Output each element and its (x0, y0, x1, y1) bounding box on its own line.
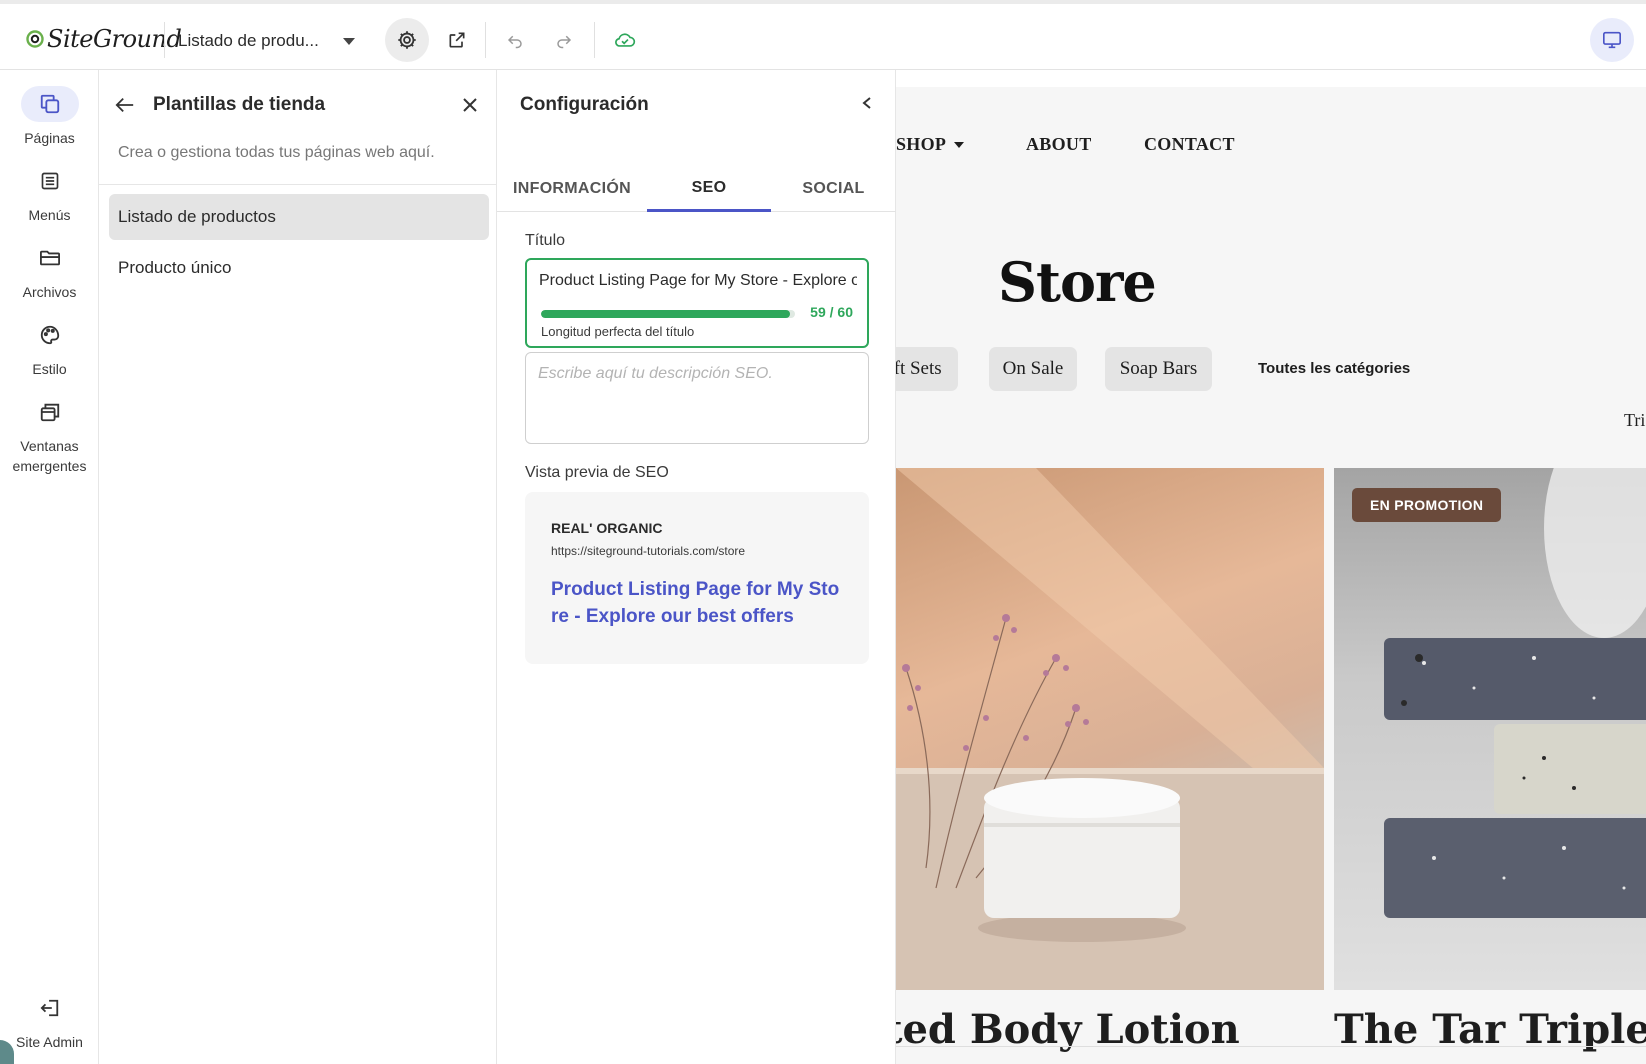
popup-icon-holder (21, 394, 79, 430)
caret-down-icon (954, 141, 965, 148)
canvas-top-strip (896, 70, 1646, 87)
nav-item-contact[interactable]: CONTACT (1144, 134, 1235, 155)
product-card-image[interactable] (896, 468, 1324, 990)
category-chip-soap-bars[interactable]: Soap Bars (1105, 347, 1212, 391)
seo-preview-title: Product Listing Page for My Store - Expl… (551, 579, 840, 627)
exit-to-admin-icon (40, 999, 58, 1017)
product-card-image[interactable]: EN PROMOTION (1334, 468, 1646, 990)
sort-dropdown[interactable]: Tri (1624, 410, 1645, 431)
logo-text: SiteGround (47, 25, 182, 53)
siteground-logo[interactable]: SiteGround (26, 24, 182, 54)
config-tabs: INFORMACIÓN SEO SOCIAL (497, 166, 896, 212)
lotion-jar-illustration (896, 468, 1324, 990)
title-length-message: Longitud perfecta del título (541, 324, 695, 339)
template-item-label: Producto único (118, 258, 232, 277)
title-length-bar-fill (541, 310, 790, 318)
template-item-label: Listado de productos (118, 207, 276, 226)
cloud-saved-icon (615, 33, 636, 47)
back-arrow-icon[interactable] (115, 96, 135, 114)
rail-item-label: Estilo (32, 361, 67, 377)
close-icon[interactable] (462, 97, 478, 113)
seo-title-field: 59 / 60 Longitud perfecta del título (525, 258, 869, 348)
template-item-single-product[interactable]: Producto único (109, 245, 489, 291)
divider (896, 1046, 1646, 1047)
save-status-button[interactable] (603, 18, 647, 62)
settings-button[interactable] (385, 18, 429, 62)
undo-button[interactable] (493, 18, 537, 62)
site-admin-icon-holder (21, 990, 79, 1026)
divider (594, 22, 595, 58)
soap-stack-illustration (1384, 468, 1646, 918)
menu-list-icon (41, 172, 58, 190)
rail-item-style[interactable]: Estilo (0, 317, 99, 379)
tab-social[interactable]: SOCIAL (771, 166, 896, 212)
templates-panel-header: Plantillas de tienda (99, 70, 497, 136)
desktop-view-icon (1603, 31, 1621, 49)
divider (485, 22, 486, 58)
left-navigation-rail: Páginas Menús Archivos Estilo Ventanas e… (0, 70, 99, 1064)
redo-icon (557, 35, 572, 49)
nav-item-shop[interactable]: SHOP (896, 134, 965, 155)
all-categories-link[interactable]: Toutes les catégories (1258, 360, 1410, 377)
undo-icon (507, 35, 522, 49)
rail-item-label: Ventanas emergentes (12, 438, 87, 474)
rail-item-pages[interactable]: Páginas (0, 86, 99, 148)
site-admin-label: Site Admin (16, 1034, 83, 1050)
rail-item-label: Páginas (24, 130, 75, 146)
siteground-swirl-icon (26, 30, 44, 48)
tab-information[interactable]: INFORMACIÓN (497, 166, 647, 212)
divider (99, 184, 497, 185)
category-chip-on-sale[interactable]: On Sale (989, 347, 1077, 391)
chevron-left-icon[interactable] (861, 96, 873, 110)
category-chip-gift-sets[interactable]: ift Sets (896, 347, 958, 391)
pages-icon (40, 94, 59, 114)
chevron-down-icon (342, 37, 355, 45)
rail-item-label: Archivos (22, 284, 77, 300)
desktop-view-button[interactable] (1590, 18, 1634, 62)
configuration-panel: Configuración INFORMACIÓN SEO SOCIAL Tít… (497, 70, 896, 1064)
seo-title-input[interactable] (539, 272, 857, 290)
settings-icon (398, 31, 416, 49)
seo-title-label: Título (525, 232, 566, 249)
site-preview-canvas: SHOP ABOUT CONTACT Store ift Sets On Sal… (896, 70, 1646, 1064)
templates-panel-title: Plantillas de tienda (153, 94, 326, 115)
page-selector[interactable]: Listado de produ... (178, 26, 355, 56)
palette-icon-holder (21, 317, 79, 353)
title-length-count: 59 / 60 (810, 304, 853, 320)
rail-item-popups[interactable]: Ventanas emergentes (0, 394, 99, 476)
pages-icon-holder (20, 86, 79, 122)
title-length-bar (541, 310, 795, 318)
palette-icon (40, 325, 59, 345)
site-admin-button[interactable]: Site Admin (0, 990, 99, 1052)
folder-icon-holder (21, 240, 79, 276)
tab-seo[interactable]: SEO (647, 166, 771, 212)
seo-preview-label: Vista previa de SEO (525, 464, 669, 481)
rail-item-label: Menús (28, 207, 71, 223)
seo-description-input[interactable] (525, 352, 869, 444)
nav-item-about[interactable]: ABOUT (1026, 134, 1092, 155)
folder-icon (39, 250, 60, 266)
promotion-badge: EN PROMOTION (1352, 488, 1502, 522)
seo-preview-url: https://siteground-tutorials.com/store (551, 544, 746, 558)
redo-button[interactable] (542, 18, 586, 62)
templates-panel-subtitle: Crea o gestiona todas tus páginas web aq… (118, 144, 435, 161)
open-page-button[interactable] (435, 18, 479, 62)
nav-item-label: SHOP (896, 134, 947, 154)
page-selector-value: Listado de produ... (178, 31, 319, 50)
rail-item-menus[interactable]: Menús (0, 163, 99, 225)
seo-preview-site-name: REAL' ORGANIC (551, 520, 663, 536)
open-external-icon (449, 32, 465, 48)
divider (164, 22, 165, 58)
top-toolbar: SiteGround Listado de produ... (0, 0, 1646, 70)
rail-item-files[interactable]: Archivos (0, 240, 99, 302)
menu-icon-holder (21, 163, 79, 199)
template-item-product-listing[interactable]: Listado de productos (109, 194, 489, 240)
seo-preview-card: REAL' ORGANIC https://siteground-tutoria… (525, 492, 869, 664)
store-templates-panel: Plantillas de tienda Crea o gestiona tod… (99, 70, 497, 1064)
configuration-title: Configuración (520, 94, 649, 115)
popup-window-icon (40, 403, 59, 422)
store-heading: Store (998, 250, 1157, 314)
